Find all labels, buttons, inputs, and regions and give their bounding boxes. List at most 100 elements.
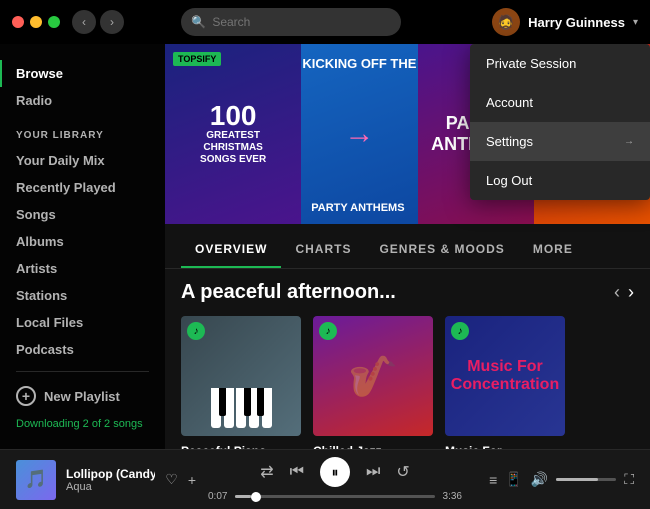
concentration-card-inner: Music For Concentration (445, 348, 565, 404)
search-icon: 🔍 (191, 15, 206, 29)
sidebar-browse-label: Browse (16, 66, 63, 81)
card-row: ♪ Peaceful Piano (165, 308, 650, 449)
section-header: A peaceful afternoon... ‹ › (165, 269, 650, 308)
avatar: 🧔 (492, 8, 520, 36)
hero-number: 100 (210, 102, 257, 130)
sidebar-item-recently-played[interactable]: Recently Played (0, 174, 165, 201)
spotify-dot-jazz: ♪ (319, 322, 337, 340)
piano-keys (211, 388, 272, 436)
devices-icon[interactable]: 📱 (505, 471, 522, 488)
music-card-piano[interactable]: ♪ Peaceful Piano (181, 316, 301, 449)
sidebar-divider (16, 371, 149, 372)
total-time: 3:36 (443, 491, 462, 502)
jazz-card-image: ♪ 🎷 (313, 316, 433, 436)
sidebar-item-songs[interactable]: Songs (0, 201, 165, 228)
user-area[interactable]: 🧔 Harry Guinness ▾ (492, 8, 638, 36)
track-artist: Aqua (66, 481, 155, 493)
progress-bar[interactable] (235, 495, 434, 498)
heart-button[interactable]: ♡ (165, 471, 178, 488)
sidebar-item-podcasts[interactable]: Podcasts (0, 336, 165, 363)
sidebar-recently-played-label: Recently Played (16, 180, 116, 195)
fullscreen-icon[interactable]: ⛶ (624, 471, 634, 488)
current-time: 0:07 (208, 491, 227, 502)
volume-bar[interactable] (556, 478, 616, 481)
spotify-dot-concentration: ♪ (451, 322, 469, 340)
search-bar[interactable]: 🔍 (181, 8, 401, 36)
user-name: Harry Guinness (528, 15, 625, 30)
dropdown-item-logout[interactable]: Log Out (470, 161, 650, 200)
tabs-row: OVERVIEW CHARTS GENRES & MOODS MORE (165, 232, 650, 269)
previous-button[interactable]: ⏮ (290, 463, 304, 481)
add-to-queue-button[interactable]: + (188, 472, 196, 488)
sidebar-stations-label: Stations (16, 288, 67, 303)
play-pause-button[interactable]: ⏸ (320, 457, 350, 487)
hero-card1-title: GREATESTCHRISTMASSONGS EVER (200, 130, 266, 166)
progress-fill (235, 495, 251, 498)
sidebar-item-browse[interactable]: Browse (0, 60, 165, 87)
library-section-label: YOUR LIBRARY (0, 114, 165, 147)
sidebar-songs-label: Songs (16, 207, 56, 222)
forward-button[interactable]: › (100, 10, 124, 34)
sidebar-podcasts-label: Podcasts (16, 342, 74, 357)
music-card-concentration[interactable]: ♪ Music For Concentration Music For Conc… (445, 316, 565, 449)
tab-genres-moods[interactable]: GENRES & MOODS (365, 232, 518, 268)
hero-card-christmas[interactable]: TOPSIFY 100 GREATESTCHRISTMASSONGS EVER (165, 44, 301, 224)
progress-row: 0:07 3:36 (208, 491, 462, 502)
new-playlist-label: New Playlist (44, 389, 120, 404)
hero-kicking-text: KICKING OFF THE (301, 56, 417, 71)
traffic-lights (12, 16, 60, 28)
track-art: 🎵 (16, 460, 56, 500)
sidebar-item-stations[interactable]: Stations (0, 282, 165, 309)
dropdown-menu: Private Session Account Settings → Log O… (470, 44, 650, 200)
repeat-button[interactable]: ↺ (396, 462, 409, 482)
plus-circle-icon: + (16, 386, 36, 406)
dropdown-item-settings[interactable]: Settings → (470, 122, 650, 161)
new-playlist-button[interactable]: + New Playlist (0, 380, 165, 412)
arrow-right-icon: → (624, 136, 634, 147)
dropdown-item-private-session[interactable]: Private Session (470, 44, 650, 83)
tab-overview[interactable]: OVERVIEW (181, 232, 281, 268)
piano-card-title: Peaceful Piano (181, 444, 301, 449)
track-art-icon: 🎵 (25, 469, 47, 490)
sidebar-item-albums[interactable]: Albums (0, 228, 165, 255)
arrow-pink-icon: → (344, 117, 374, 151)
prev-button[interactable]: ‹ (614, 282, 620, 303)
concentration-card-image: ♪ Music For Concentration (445, 316, 565, 436)
close-button[interactable] (12, 16, 24, 28)
sidebar-item-radio[interactable]: Radio (0, 87, 165, 114)
search-input[interactable] (212, 15, 391, 29)
sidebar-item-daily-mix[interactable]: Your Daily Mix (0, 147, 165, 174)
next-button[interactable]: ⏭ (366, 463, 380, 481)
topsify-badge: TOPSIFY (173, 52, 221, 66)
player-controls: ⇄ ⏮ ⏸ ⏭ ↺ 0:07 3:36 (208, 457, 462, 502)
tab-more[interactable]: MORE (519, 232, 587, 268)
sidebar-artists-label: Artists (16, 261, 57, 276)
section-title: A peaceful afternoon... (181, 281, 396, 304)
sidebar-item-local-files[interactable]: Local Files (0, 309, 165, 336)
back-button[interactable]: ‹ (72, 10, 96, 34)
piano-card-image: ♪ (181, 316, 301, 436)
jazz-card-title: Chilled Jazz (313, 444, 433, 449)
sidebar-radio-label: Radio (16, 93, 52, 108)
spotify-dot-piano: ♪ (187, 322, 205, 340)
queue-icon[interactable]: ≡ (489, 472, 497, 488)
maximize-button[interactable] (48, 16, 60, 28)
nav-arrows: ‹ › (614, 282, 634, 303)
hero-card-kicking[interactable]: KICKING OFF THE → PARTY ANTHEMS (301, 44, 417, 224)
sidebar-albums-label: Albums (16, 234, 64, 249)
track-info: Lollipop (Candyman) Aqua (66, 467, 155, 493)
sidebar-daily-mix-label: Your Daily Mix (16, 153, 105, 168)
player-right: ≡ 📱 🔊 ⛶ (474, 471, 634, 488)
volume-icon[interactable]: 🔊 (531, 471, 548, 488)
player-bar: 🎵 Lollipop (Candyman) Aqua ♡ + ⇄ ⏮ ⏸ ⏭ ↺… (0, 449, 650, 509)
sidebar: Browse Radio YOUR LIBRARY Your Daily Mix… (0, 44, 165, 449)
sidebar-item-artists[interactable]: Artists (0, 255, 165, 282)
title-bar: ‹ › 🔍 🧔 Harry Guinness ▾ Private Session… (0, 0, 650, 44)
shuffle-button[interactable]: ⇄ (260, 462, 273, 482)
next-button[interactable]: › (628, 282, 634, 303)
music-card-jazz[interactable]: ♪ 🎷 Chilled Jazz (313, 316, 433, 449)
dropdown-item-account[interactable]: Account (470, 83, 650, 122)
concentration-card-title: Music For Concentration (445, 444, 565, 449)
minimize-button[interactable] (30, 16, 42, 28)
tab-charts[interactable]: CHARTS (281, 232, 365, 268)
